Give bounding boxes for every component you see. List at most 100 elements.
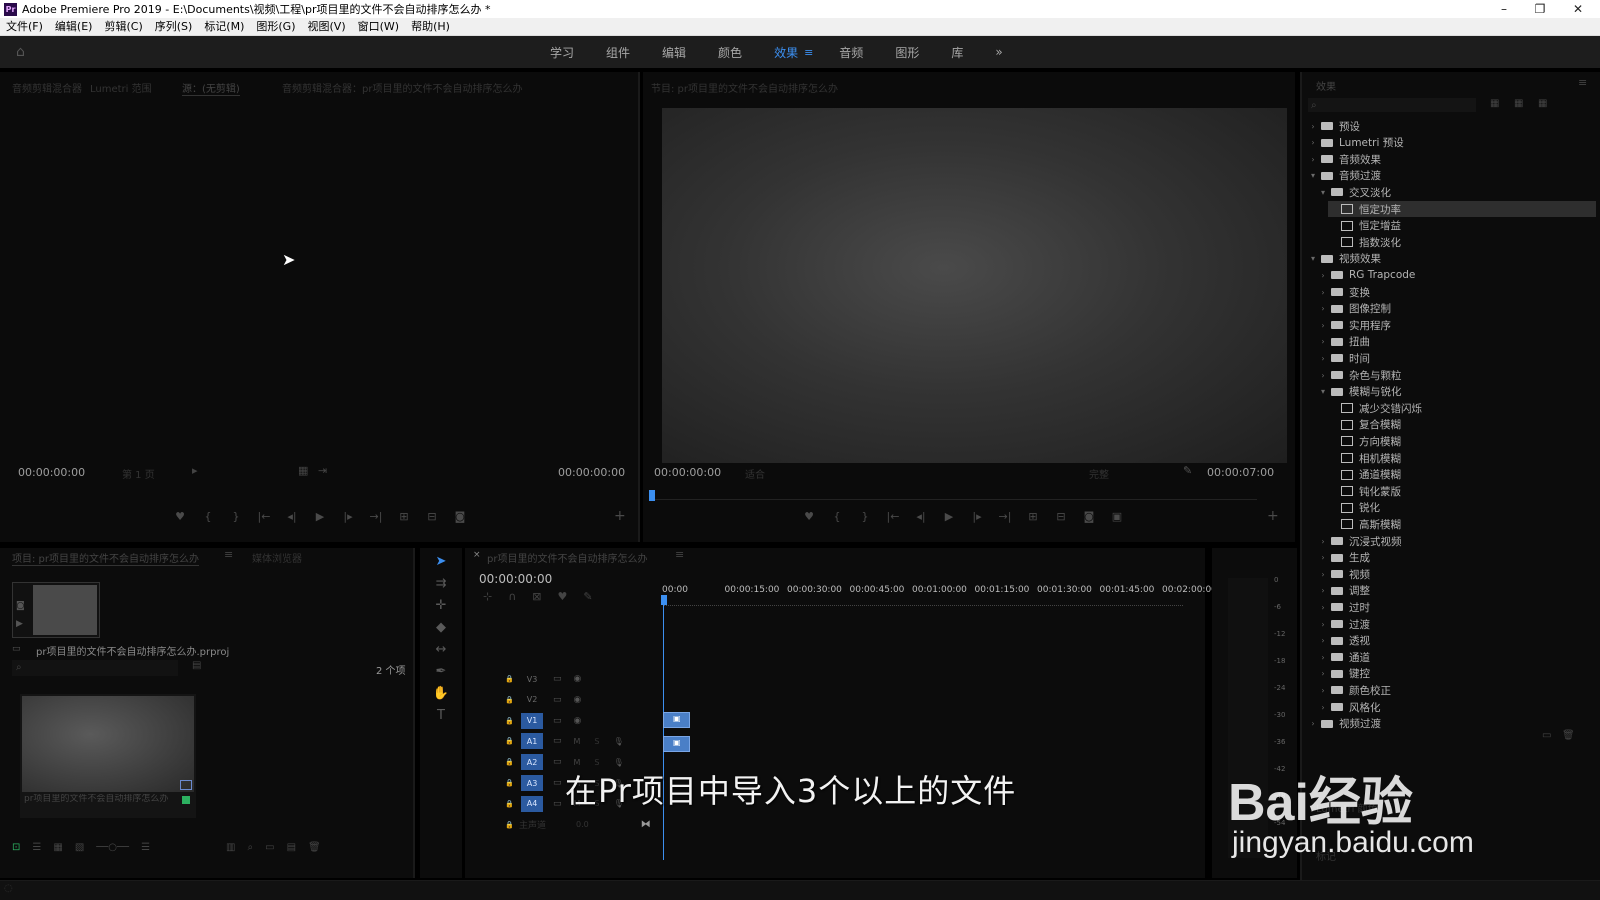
effects-tree-item[interactable]: › 扭曲 — [1318, 334, 1596, 350]
add-button-icon[interactable]: + — [614, 508, 626, 524]
new-bin-icon[interactable]: ▭ — [1542, 730, 1551, 741]
compare-icon[interactable]: ▣ — [1103, 510, 1131, 523]
effects-tree-item[interactable]: 恒定功率 — [1328, 201, 1596, 217]
effects-tree-item[interactable]: › 图像控制 — [1318, 301, 1596, 317]
sync-lock-icon[interactable]: ▭ — [553, 799, 562, 809]
settings-icon[interactable]: ▦ — [298, 464, 308, 477]
chevron-right-icon[interactable]: › — [1308, 719, 1318, 728]
lock-icon[interactable]: 🔒 — [505, 758, 519, 766]
chevron-right-icon[interactable]: › — [1318, 669, 1328, 678]
effects-tree-item[interactable]: › 时间 — [1318, 350, 1596, 366]
mute-button[interactable]: M — [574, 737, 581, 746]
chevron-right-icon[interactable]: › — [1318, 321, 1328, 330]
track-target-label[interactable]: V2 — [521, 692, 543, 708]
insert-icon[interactable]: ⊞ — [390, 510, 418, 523]
track-target-label[interactable]: A3 — [521, 775, 543, 791]
step-forward-icon[interactable]: |▸ — [334, 510, 362, 523]
chevron-right-icon[interactable]: › — [1308, 155, 1318, 164]
panel-menu-icon[interactable]: ≡ — [675, 548, 684, 561]
new-bin-icon[interactable]: ▭ — [265, 842, 274, 853]
workspace-tab-learn[interactable]: 学习 — [550, 44, 574, 61]
tab-sequence[interactable]: pr项目里的文件不会自动排序怎么办 — [487, 550, 647, 565]
chevron-right-icon[interactable]: › — [1318, 537, 1328, 546]
lock-icon[interactable]: 🔒 — [505, 696, 519, 704]
track-target-label[interactable]: A2 — [521, 754, 543, 771]
menu-graphics[interactable]: 图形(G) — [250, 18, 301, 36]
effects-tree-item[interactable]: 减少交错闪烁 — [1328, 400, 1596, 416]
zoom-slider[interactable]: ──○── — [96, 842, 129, 853]
add-marker-icon[interactable]: ♥ — [795, 510, 823, 523]
effects-tree-item[interactable]: › 音频效果 — [1308, 151, 1596, 167]
workspace-tab-assembly[interactable]: 组件 — [606, 44, 630, 61]
tab-lumetri-scopes[interactable]: Lumetri 范围 — [90, 80, 152, 95]
close-button[interactable]: ✕ — [1560, 0, 1596, 18]
effects-tree-item[interactable]: ▾ 模糊与锐化 — [1318, 384, 1596, 400]
effects-tree-item[interactable]: 锐化 — [1328, 500, 1596, 516]
audio-clip[interactable]: ▣ — [663, 736, 690, 752]
effects-tree-item[interactable]: › Lumetri 预设 — [1308, 135, 1596, 151]
effects-tree-item[interactable]: › RG Trapcode — [1318, 267, 1596, 283]
workspace-tab-effects[interactable]: 效果 — [774, 44, 798, 61]
effects-tree-item[interactable]: › 键控 — [1318, 666, 1596, 682]
effects-tree-item[interactable]: 恒定增益 — [1328, 218, 1596, 234]
sync-lock-icon[interactable]: ▭ — [553, 695, 562, 705]
sync-lock-icon[interactable]: ▭ — [553, 716, 562, 726]
master-volume-value[interactable]: 0.0 — [576, 820, 589, 829]
workspace-more-icon[interactable]: » — [995, 45, 1002, 59]
snap-icon[interactable]: ∩ — [508, 590, 516, 603]
play-icon[interactable]: ▶ — [306, 510, 334, 523]
program-video-frame[interactable] — [662, 108, 1287, 463]
wrench-icon[interactable]: ✎ — [583, 590, 592, 603]
sync-lock-icon[interactable]: ▭ — [553, 736, 562, 746]
chevron-right-icon[interactable]: › — [1318, 288, 1328, 297]
menu-view[interactable]: 视图(V) — [302, 18, 352, 36]
microphone-icon[interactable]: 🎙 — [614, 737, 624, 746]
chevron-right-icon[interactable]: › — [1318, 304, 1328, 313]
chevron-right-icon[interactable]: › — [1308, 138, 1318, 147]
fit-dropdown[interactable]: 适合 — [745, 466, 765, 481]
lock-icon[interactable]: 🔒 — [505, 779, 519, 787]
workspace-tab-libraries[interactable]: 库 — [951, 44, 963, 61]
effects-tree-item[interactable]: › 过时 — [1318, 599, 1596, 615]
timeline-playhead-line[interactable] — [663, 600, 664, 860]
effects-tree-item[interactable]: › 生成 — [1318, 550, 1596, 566]
sort-icon[interactable]: ☰ — [141, 842, 150, 853]
effects-tree-item[interactable]: › 调整 — [1318, 583, 1596, 599]
minimize-button[interactable]: – — [1486, 0, 1522, 18]
effects-tree-item[interactable]: › 预设 — [1308, 118, 1596, 134]
chevron-right-icon[interactable]: › — [1318, 653, 1328, 662]
camera-icon[interactable]: ◙ — [1075, 510, 1103, 523]
linked-selection-icon[interactable]: ⊠ — [532, 590, 541, 603]
new-item-icon[interactable]: ▤ — [287, 842, 296, 853]
track-select-tool-icon[interactable]: ⇉ — [432, 576, 450, 591]
menu-edit[interactable]: 编辑(E) — [49, 18, 99, 36]
go-to-end-icon[interactable]: ⧓ — [641, 819, 651, 830]
effects-tree-item[interactable]: 相机模糊 — [1328, 450, 1596, 466]
export-frame-icon[interactable]: ⇥ — [318, 464, 327, 477]
slip-tool-icon[interactable]: ↔ — [432, 642, 450, 657]
workspace-tab-editing[interactable]: 编辑 — [662, 44, 686, 61]
program-timecode-in[interactable]: 00:00:00:00 — [654, 466, 721, 479]
label-color-swatch[interactable] — [182, 796, 190, 804]
effects-tree-item[interactable]: › 过渡 — [1318, 616, 1596, 632]
restore-button[interactable]: ❐ — [1522, 0, 1558, 18]
program-scrub-bar[interactable] — [651, 492, 1257, 500]
effects-tree-item[interactable]: ▾ 交叉淡化 — [1318, 184, 1596, 200]
delete-icon[interactable]: 🗑 — [1562, 730, 1575, 741]
play-icon[interactable]: ▶ — [935, 510, 963, 523]
video-clip[interactable]: ▣ — [663, 712, 690, 728]
hand-tool-icon[interactable]: ✋ — [432, 686, 450, 701]
lock-icon[interactable]: 🔒 — [505, 737, 519, 745]
project-search-input[interactable]: ⌕ — [12, 660, 178, 676]
effects-tree-item[interactable]: 指数淡化 — [1328, 234, 1596, 250]
effects-tree-item[interactable]: › 杂色与颗粒 — [1318, 367, 1596, 383]
effects-tree-item[interactable]: › 透视 — [1318, 633, 1596, 649]
effects-tree-item[interactable]: › 颜色校正 — [1318, 682, 1596, 698]
nest-icon[interactable]: ⊹ — [483, 590, 492, 603]
selection-tool-icon[interactable]: ➤ — [432, 554, 450, 569]
solo-button[interactable]: S — [594, 737, 599, 746]
effects-tree-item[interactable]: › 视频 — [1318, 566, 1596, 582]
effects-search-input[interactable]: ⌕ — [1308, 98, 1476, 112]
effects-tree-item[interactable]: 钝化蒙版 — [1328, 483, 1596, 499]
eye-icon[interactable]: ◉ — [574, 674, 582, 684]
